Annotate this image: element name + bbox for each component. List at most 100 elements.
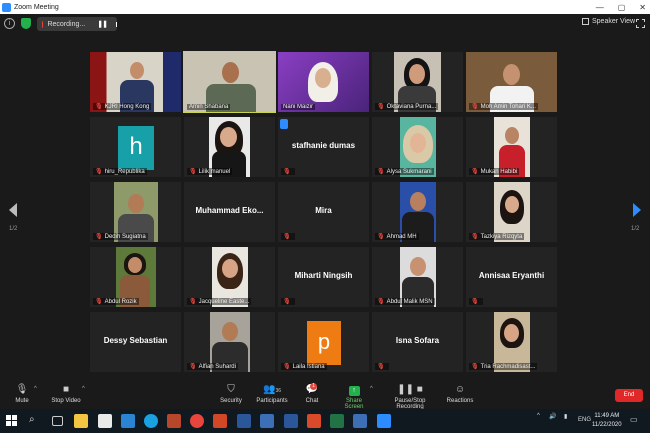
audio-options-caret-icon[interactable]: ^	[34, 386, 37, 392]
excel-icon[interactable]	[330, 414, 344, 428]
pause-recording-icon[interactable]: ❚❚	[97, 20, 108, 28]
volume-icon[interactable]: 🔊	[549, 413, 556, 420]
participant-name: 🎙 Laila Istiana	[281, 363, 327, 370]
participant-tile[interactable]: 🎙 Tazkiya Rizqyta	[466, 182, 557, 242]
participant-tile[interactable]: 🎙 Alysa Sukmarani	[372, 117, 463, 177]
share-screen-button[interactable]: ↑ Share Screen	[336, 384, 372, 410]
participant-tile[interactable]: 🎙 Dedih Sugiatna	[90, 182, 181, 242]
mute-button[interactable]: 🎙 Mute	[10, 384, 34, 404]
previous-page-arrow-icon[interactable]	[9, 203, 17, 217]
video-options-caret-icon[interactable]: ^	[82, 386, 85, 392]
participant-tile[interactable]: Miharti Ningsih 🎙	[278, 247, 369, 307]
participant-name: 🎙 Tazkiya Rizqyta	[469, 233, 525, 240]
reactions-smiley-icon: ☺	[454, 384, 466, 395]
chrome-browser-icon[interactable]	[190, 414, 204, 428]
participant-tile[interactable]: Mira 🎙	[278, 182, 369, 242]
participant-tile[interactable]: Annisaa Eryanthi 🎙	[466, 247, 557, 307]
participant-tile[interactable]: Muhammad Eko...	[184, 182, 275, 242]
zoom-window: Zoom Meeting — ▢ ✕ i Recording... ❚❚ Spe…	[0, 0, 650, 433]
participant-tile[interactable]: stafhanie dumas 🎙	[278, 117, 369, 177]
participant-tile[interactable]: p 🎙 Laila Istiana	[278, 312, 369, 372]
participant-name: 🎙	[375, 363, 389, 370]
muted-mic-icon: 🎙	[95, 104, 103, 110]
participant-name: 🎙	[469, 298, 483, 305]
participant-name: 🎙	[281, 168, 295, 175]
security-button[interactable]: ⛉ Security	[216, 384, 246, 404]
participant-tile[interactable]: 🎙 Ahmad MH	[372, 182, 463, 242]
participant-tile[interactable]: 🎙 Abdul Malik MSN	[372, 247, 463, 307]
zoom-taskbar-icon[interactable]	[377, 414, 391, 428]
network-icon[interactable]: ▮	[564, 413, 567, 420]
participant-tile[interactable]: 🎙 Mukan Habibi	[466, 117, 557, 177]
chat-button[interactable]: 💬1Chat	[301, 383, 323, 404]
stop-recording-icon[interactable]	[115, 21, 117, 27]
word-icon[interactable]	[237, 414, 251, 428]
taskbar-app-icon-3[interactable]	[353, 414, 367, 428]
microphone-icon: 🎙	[15, 384, 29, 395]
participant-display-name: stafhanie dumas	[291, 141, 356, 150]
recording-indicator: Recording... ❚❚	[37, 17, 117, 31]
video-camera-icon: ■	[62, 384, 70, 395]
participant-tile[interactable]: 🎙 Oktaviana Purna...	[372, 52, 463, 112]
file-explorer-icon[interactable]	[74, 414, 88, 428]
participant-tile-active-speaker[interactable]: Amin Shabana	[183, 51, 276, 113]
participant-tile[interactable]: 🎙 Lilik manuel	[184, 117, 275, 177]
participant-tile[interactable]: h 🎙 hiru_Republika	[90, 117, 181, 177]
mail-icon[interactable]	[121, 414, 135, 428]
participant-name: 🎙 KJRI Hong Kong	[93, 103, 152, 110]
participant-name: 🎙 Dedih Sugiatna	[93, 233, 148, 240]
chat-unread-badge: 1	[310, 383, 317, 390]
ms-store-icon[interactable]	[98, 414, 112, 428]
task-view-icon[interactable]	[52, 416, 63, 426]
windows-taskbar: ⌕ ^ 🔊 ▮ ENG 11:49 AM 11/22/2020 ▭	[0, 409, 650, 433]
notification-center-icon[interactable]: ▭	[630, 415, 638, 424]
taskbar-app-icon[interactable]	[260, 414, 274, 428]
fullscreen-icon[interactable]	[636, 19, 645, 28]
participant-tile[interactable]: Nani Maizir	[278, 52, 369, 112]
next-page-arrow-icon[interactable]	[633, 203, 641, 217]
close-button[interactable]: ✕	[639, 3, 646, 12]
participant-tile[interactable]: Dessy Sebastian	[90, 312, 181, 372]
window-title: Zoom Meeting	[14, 3, 59, 11]
speaker-view-label: Speaker View	[592, 18, 636, 25]
maximize-button[interactable]: ▢	[618, 3, 626, 12]
participants-count: 36	[275, 388, 281, 394]
tray-expand-icon[interactable]: ^	[537, 413, 540, 419]
system-clock[interactable]: 11:49 AM 11/22/2020	[592, 412, 622, 430]
taskbar-app-icon-2[interactable]	[307, 414, 321, 428]
participant-tile[interactable]: 🎙 Abdul Rozik	[90, 247, 181, 307]
word-document-icon[interactable]	[284, 414, 298, 428]
stop-video-button[interactable]: ■ Stop Video	[48, 384, 84, 404]
participant-tile[interactable]: 🎙 Moh Amin Tohari K...	[466, 52, 557, 112]
participant-tile[interactable]: 🎙 Jacqueline Easte...	[184, 247, 275, 307]
info-icon[interactable]: i	[4, 18, 15, 29]
participant-tile[interactable]: 🎙 KJRI Hong Kong	[90, 52, 181, 112]
minimize-button[interactable]: —	[596, 3, 604, 12]
participant-tile[interactable]: 🎙 Alfian Suhardi	[184, 312, 275, 372]
view-layout-icon	[582, 18, 589, 25]
windows-start-icon[interactable]	[6, 415, 17, 426]
recording-label: Recording...	[47, 20, 86, 28]
meeting-top-bar: i Recording... ❚❚ Speaker View	[0, 14, 650, 34]
pause-stop-recording-button[interactable]: ❚❚ ■ Pause/Stop Recording	[381, 384, 439, 410]
participant-tile[interactable]: Isna Sofara 🎙	[372, 312, 463, 372]
participant-name: 🎙 Jacqueline Easte...	[187, 298, 252, 305]
language-indicator[interactable]: ENG	[578, 417, 591, 423]
speaker-view-button[interactable]: Speaker View	[582, 18, 635, 25]
participant-display-name: Miharti Ningsih	[294, 271, 353, 280]
participant-name: 🎙	[281, 233, 295, 240]
participant-tile[interactable]: 🎙 Tria Rachmadisast...	[466, 312, 557, 372]
edge-browser-icon[interactable]	[144, 414, 158, 428]
reactions-button[interactable]: ☺ Reactions	[446, 384, 474, 404]
share-options-caret-icon[interactable]: ^	[370, 386, 373, 392]
participant-name: 🎙 Alysa Sukmarani	[375, 168, 434, 175]
zoom-logo-icon	[2, 2, 11, 12]
participant-name: 🎙 Tria Rachmadisast...	[469, 363, 538, 370]
office-icon[interactable]	[167, 414, 181, 428]
participants-button[interactable]: 👥36 Participants	[254, 384, 290, 404]
end-meeting-button[interactable]: End	[615, 389, 643, 402]
encryption-shield-icon[interactable]	[21, 18, 31, 29]
search-icon[interactable]: ⌕	[29, 414, 43, 428]
powerpoint-icon[interactable]	[213, 414, 227, 428]
participant-name: 🎙 Oktaviana Purna...	[375, 103, 439, 110]
